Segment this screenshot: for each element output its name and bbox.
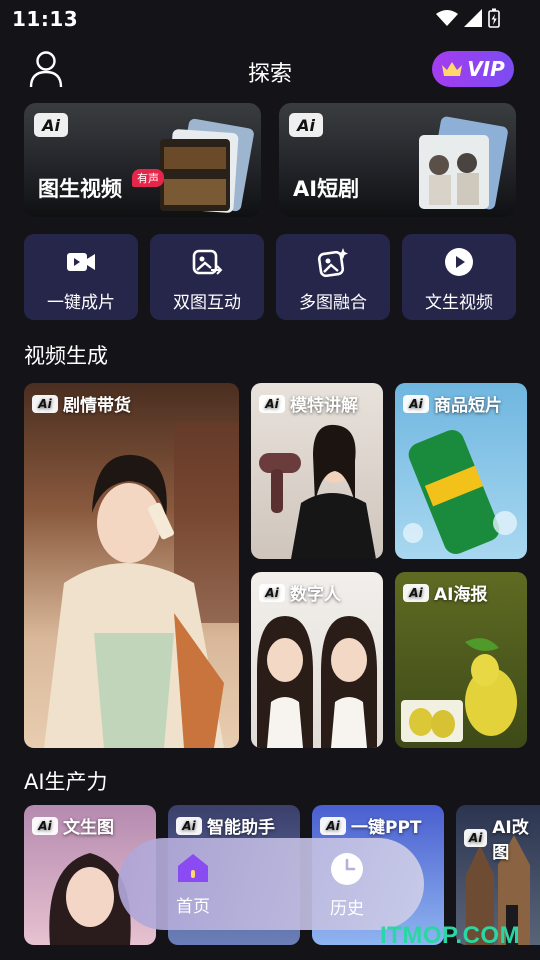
ai-badge-icon: Ai xyxy=(32,394,58,413)
watermark-text: ITMOP.COM xyxy=(380,922,521,949)
tile-tag: Ai 文生图 xyxy=(32,813,114,838)
tool-label: 一键成片 xyxy=(47,293,115,313)
tile-label: 一键PPT xyxy=(351,818,422,838)
tool-label: 双图互动 xyxy=(173,293,241,313)
signal-icon xyxy=(464,9,482,27)
tile-tag: Ai 商品短片 xyxy=(403,391,502,416)
tile-model-explain[interactable]: Ai 模特讲解 xyxy=(251,383,383,559)
ai-badge-icon: Ai xyxy=(403,394,429,413)
status-icons xyxy=(436,8,500,28)
play-circle-icon xyxy=(445,248,473,276)
multi-image-icon xyxy=(317,248,348,278)
tile-product-short[interactable]: Ai 商品短片 xyxy=(395,383,527,559)
tile-digital-human[interactable]: Ai 数字人 xyxy=(251,572,383,748)
tile-tag: Ai 数字人 xyxy=(259,580,341,605)
tool-one-click-video[interactable]: 一键成片 xyxy=(24,234,138,320)
tile-label: 文生图 xyxy=(63,818,114,838)
status-time: 11:13 xyxy=(12,7,79,31)
tile-tag: Ai 模特讲解 xyxy=(259,391,358,416)
ai-badge-icon: Ai xyxy=(259,394,285,413)
ai-badge-icon: Ai xyxy=(176,816,202,835)
tile-ai-poster[interactable]: Ai AI海报 xyxy=(395,572,527,748)
tool-text-to-video[interactable]: 文生视频 xyxy=(402,234,516,320)
ai-badge-icon: Ai xyxy=(403,583,429,602)
wifi-icon xyxy=(436,10,458,26)
tile-tag: Ai AI海报 xyxy=(403,580,487,605)
bottom-nav: 首页 历史 xyxy=(118,838,424,930)
tile-tag: Ai 智能助手 xyxy=(176,813,275,838)
section-title-productivity: AI生产力 xyxy=(24,770,108,794)
tile-label: 数字人 xyxy=(290,585,341,605)
tool-label: 文生视频 xyxy=(425,293,493,313)
feature-card-image-to-video[interactable]: Ai 有声 图生视频 xyxy=(24,103,261,217)
section-title-video: 视频生成 xyxy=(24,344,108,368)
woman-hanfu-illustration xyxy=(44,423,239,748)
tile-tag: Ai 一键PPT xyxy=(320,813,422,838)
tile-label: AI改图 xyxy=(492,818,529,863)
status-bar: 11:13 xyxy=(0,0,540,36)
nav-history-label: 历史 xyxy=(330,899,364,919)
home-icon xyxy=(178,854,208,882)
top-bar: 探索 VIP xyxy=(0,44,540,96)
vip-button[interactable]: VIP xyxy=(432,51,514,87)
tool-dual-image-interact[interactable]: 双图互动 xyxy=(150,234,264,320)
ai-badge-icon: Ai xyxy=(464,829,488,847)
vip-label: VIP xyxy=(467,57,505,81)
battery-icon xyxy=(488,8,500,28)
nav-home-label: 首页 xyxy=(176,897,210,917)
tile-plot-selling[interactable]: Ai 剧情带货 xyxy=(24,383,239,748)
ai-badge-icon: Ai xyxy=(32,816,58,835)
tile-tag: Ai 剧情带货 xyxy=(32,391,131,416)
video-camera-icon xyxy=(67,253,95,271)
tile-label: 智能助手 xyxy=(207,818,275,838)
tile-label: 模特讲解 xyxy=(290,396,358,416)
tool-label: 多图融合 xyxy=(299,293,367,313)
feature-card-ai-drama[interactable]: Ai AI短剧 xyxy=(279,103,516,217)
dual-image-icon xyxy=(192,249,223,275)
ai-badge-icon: Ai xyxy=(259,583,285,602)
tile-label: 商品短片 xyxy=(434,396,502,416)
sound-tag: 有声 xyxy=(132,169,164,187)
feature-card-label: 图生视频 xyxy=(38,177,122,201)
nav-history[interactable]: 历史 xyxy=(312,852,382,919)
tool-multi-image-fusion[interactable]: 多图融合 xyxy=(276,234,390,320)
tile-tag: Ai AI改图 xyxy=(464,813,540,863)
clock-icon xyxy=(331,853,363,885)
ai-badge-icon: Ai xyxy=(320,816,346,835)
ai-badge: Ai xyxy=(34,113,68,137)
tile-label: 剧情带货 xyxy=(63,396,131,416)
crown-icon xyxy=(442,62,463,76)
feature-card-label: AI短剧 xyxy=(293,177,360,201)
nav-home[interactable]: 首页 xyxy=(158,852,228,917)
ai-badge: Ai xyxy=(289,113,323,137)
tile-label: AI海报 xyxy=(434,585,488,605)
